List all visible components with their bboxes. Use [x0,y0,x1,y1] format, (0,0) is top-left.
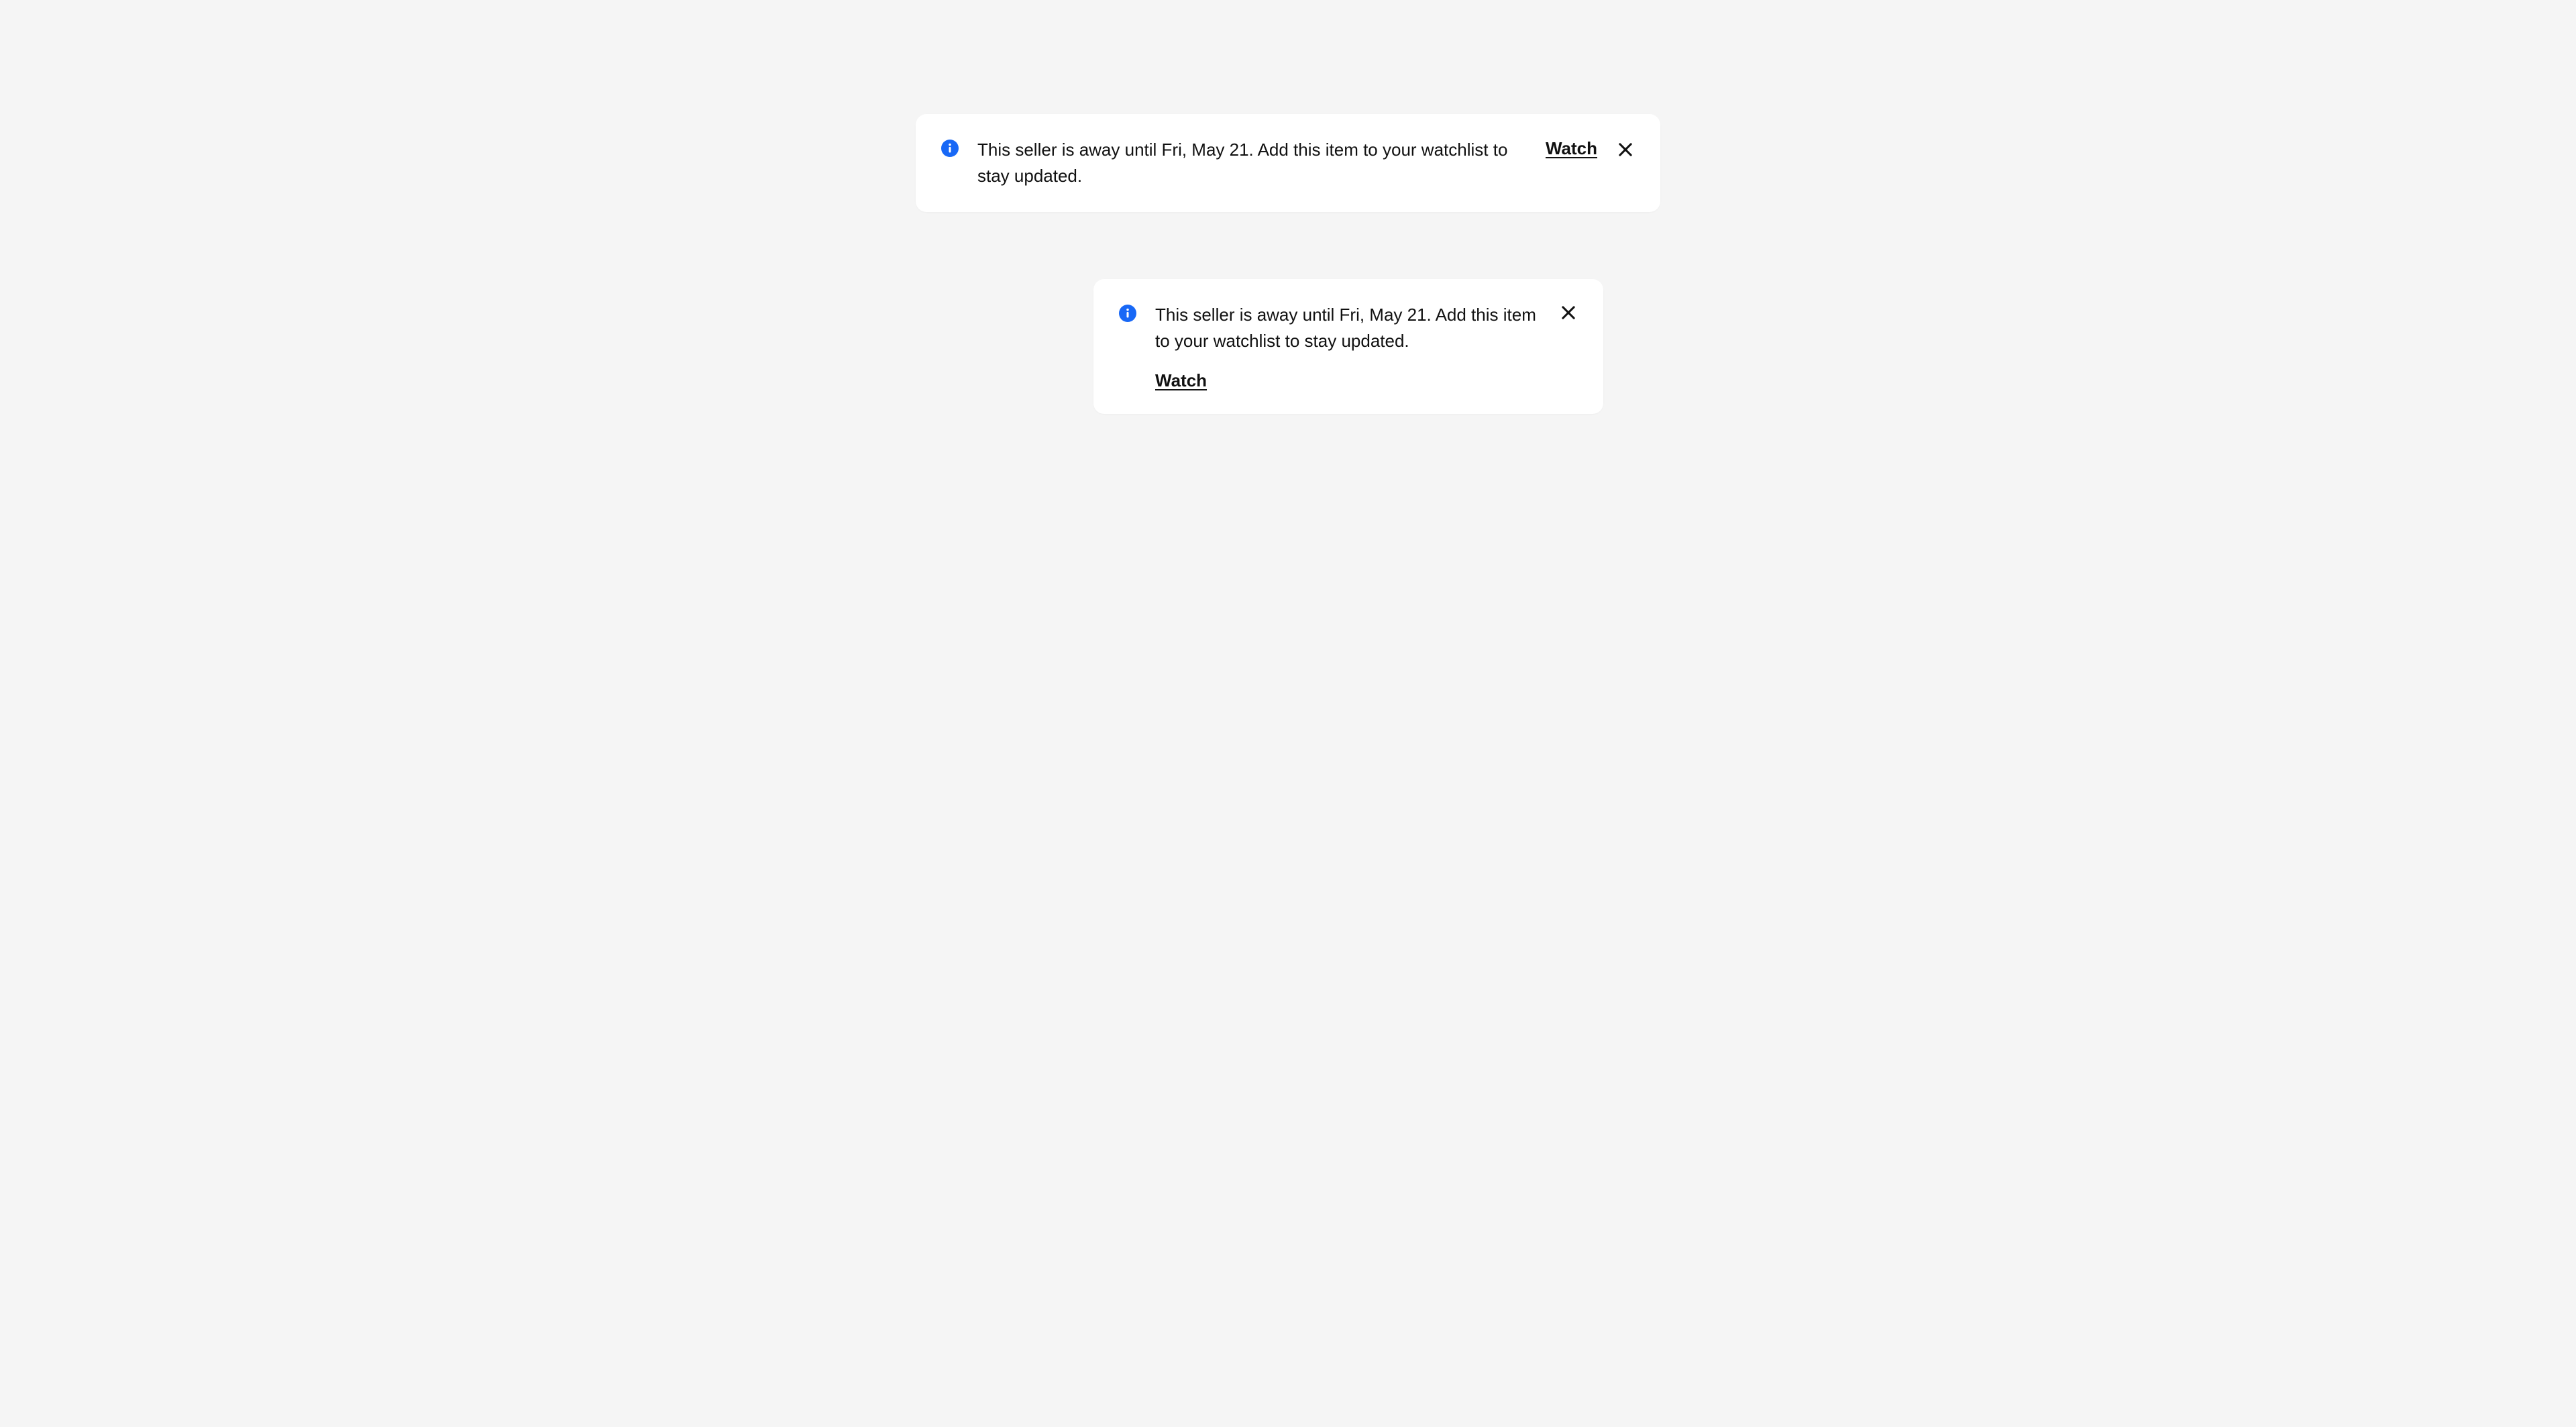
info-icon [941,140,959,157]
watch-link[interactable]: Watch [1546,138,1597,159]
watch-link[interactable]: Watch [1155,370,1207,391]
notice-body: This seller is away until Fri, May 21. A… [1155,302,1540,391]
info-icon [1119,305,1136,322]
close-button[interactable] [1616,140,1635,159]
notice-body: This seller is away until Fri, May 21. A… [977,137,1527,189]
close-button[interactable] [1559,303,1578,322]
close-icon [1559,303,1578,322]
notice-banner-narrow: This seller is away until Fri, May 21. A… [1093,279,1603,414]
notice-message: This seller is away until Fri, May 21. A… [1155,302,1540,354]
notice-message: This seller is away until Fri, May 21. A… [977,137,1527,189]
notice-actions: Watch [1546,138,1635,159]
close-icon [1616,140,1635,159]
notice-banner-wide: This seller is away until Fri, May 21. A… [916,114,1660,212]
